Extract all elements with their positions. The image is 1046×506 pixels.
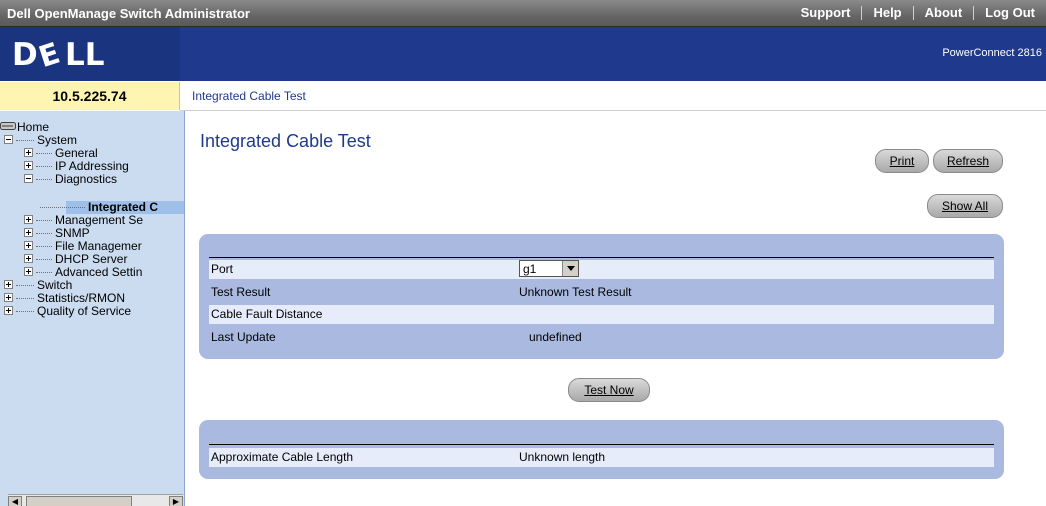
last-update-row: Last Update undefined [209, 328, 994, 347]
support-link[interactable]: Support [790, 6, 862, 20]
app-title: Dell OpenManage Switch Administrator [7, 6, 250, 21]
scroll-right-icon[interactable]: ▶ [169, 496, 183, 506]
tree-label-integrated: Integrated C [88, 200, 159, 214]
cable-test-panel: Port g1 Test Result Unknown Test Result … [199, 234, 1004, 359]
port-select[interactable]: g1 [519, 260, 579, 277]
expand-icon[interactable] [24, 148, 33, 157]
tree-label-management: Management Se [55, 213, 144, 227]
cable-length-panel: Approximate Cable Length Unknown length [199, 420, 1004, 479]
expand-icon[interactable] [24, 161, 33, 170]
test-result-value: Unknown Test Result [519, 285, 632, 299]
tree-label-system: System [37, 133, 78, 147]
tree-label-file-management: File Managemer [55, 239, 142, 253]
expand-icon[interactable] [4, 306, 13, 315]
scroll-thumb[interactable] [26, 496, 132, 506]
tree-item-quality-of-service[interactable]: Quality of Service [4, 305, 131, 318]
tree-label-home: Home [17, 120, 50, 134]
breadcrumb-bar: Integrated Cable Test [180, 82, 1046, 111]
port-row: Port g1 [209, 260, 994, 279]
cable-length-row: Approximate Cable Length Unknown length [209, 448, 994, 467]
expand-icon[interactable] [24, 254, 33, 263]
port-label: Port [211, 262, 234, 276]
expand-icon[interactable] [24, 228, 33, 237]
expand-icon[interactable] [4, 280, 13, 289]
tree-label-general: General [55, 146, 98, 160]
top-bar: Dell OpenManage Switch Administrator Sup… [0, 0, 1046, 27]
tree-label-switch: Switch [37, 278, 73, 292]
show-all-button[interactable]: Show All [927, 194, 1003, 218]
expand-icon[interactable] [4, 293, 13, 302]
collapse-icon[interactable] [24, 174, 33, 183]
test-result-row: Test Result Unknown Test Result [209, 283, 994, 302]
chevron-down-icon[interactable] [562, 261, 578, 276]
device-ip: 10.5.225.74 [0, 82, 180, 110]
print-button[interactable]: Print [875, 149, 929, 173]
expand-icon[interactable] [24, 267, 33, 276]
tree-label-ip-addressing: IP Addressing [55, 159, 129, 173]
tree-label-snmp: SNMP [55, 226, 90, 240]
tree-label-statistics: Statistics/RMON [37, 291, 126, 305]
help-link[interactable]: Help [861, 6, 912, 20]
tree-label-qos: Quality of Service [37, 304, 132, 318]
refresh-button[interactable]: Refresh [933, 149, 1003, 173]
port-select-value: g1 [523, 262, 537, 276]
home-icon [0, 122, 16, 130]
last-update-value: undefined [529, 330, 582, 344]
test-result-label: Test Result [211, 285, 271, 299]
tree-label-diagnostics: Diagnostics [55, 172, 118, 186]
tree-item-diagnostics[interactable]: Diagnostics [24, 173, 117, 186]
top-links: Support Help About Log Out [790, 0, 1046, 26]
cable-fault-distance-row: Cable Fault Distance [209, 305, 994, 324]
divider [209, 444, 994, 445]
tree-label-dhcp: DHCP Server [55, 252, 128, 266]
navigation-tree: Home System General IP Addressing Diagno… [0, 111, 185, 506]
cable-length-value: Unknown length [519, 450, 606, 464]
dell-logo: D E LL [12, 31, 124, 77]
divider [209, 257, 994, 258]
svg-text:LL: LL [65, 39, 105, 69]
cable-length-label: Approximate Cable Length [211, 450, 354, 464]
breadcrumb: Integrated Cable Test [192, 89, 306, 103]
tree-label-advanced: Advanced Settin [55, 265, 143, 279]
page-title: Integrated Cable Test [200, 131, 371, 151]
main-content: Integrated Cable Test Print Refresh Show… [185, 111, 1046, 506]
banner: D E LL PowerConnect 2816 [0, 27, 1046, 81]
expand-icon[interactable] [24, 215, 33, 224]
scroll-left-icon[interactable]: ◀ [8, 496, 22, 506]
horizontal-scrollbar[interactable]: ◀ ▶ [8, 494, 183, 506]
expand-icon[interactable] [24, 241, 33, 250]
last-update-label: Last Update [211, 330, 276, 344]
logout-link[interactable]: Log Out [973, 6, 1046, 20]
test-now-button[interactable]: Test Now [568, 378, 650, 402]
about-link[interactable]: About [912, 6, 974, 20]
svg-text:E: E [35, 39, 64, 69]
product-name: PowerConnect 2816 [942, 47, 1042, 59]
collapse-icon[interactable] [4, 135, 13, 144]
cable-fault-distance-label: Cable Fault Distance [211, 307, 323, 321]
